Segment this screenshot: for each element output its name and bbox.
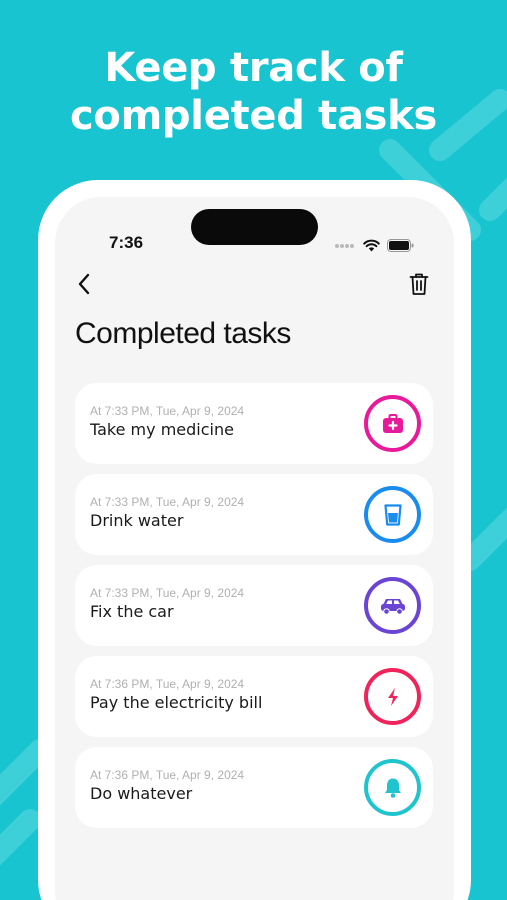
task-title: Drink water [90,511,184,530]
phone-frame: 7:36 Completed tasks At 7:33 PM, Tue, Ap… [38,180,471,900]
car-icon [380,598,405,615]
page-title: Completed tasks [75,317,291,350]
task-timestamp: At 7:33 PM, Tue, Apr 9, 2024 [90,404,245,418]
trash-icon [409,273,429,295]
task-icon-badge [364,577,421,634]
water-glass-icon [383,503,402,526]
delete-button[interactable] [406,269,432,299]
status-time: 7:36 [109,233,144,252]
dynamic-island [191,209,318,245]
task-title: Take my medicine [90,420,234,439]
headline-line-1: Keep track of [104,45,403,91]
task-icon-badge [364,486,421,543]
status-icons [334,239,414,252]
task-title: Do whatever [90,784,193,803]
task-card[interactable]: At 7:36 PM, Tue, Apr 9, 2024 Pay the ele… [75,656,433,737]
wifi-icon [363,239,380,252]
task-title: Fix the car [90,602,174,621]
task-timestamp: At 7:36 PM, Tue, Apr 9, 2024 [90,677,245,691]
headline: Keep track of completed tasks [0,44,507,140]
task-list: At 7:33 PM, Tue, Apr 9, 2024 Take my med… [75,383,433,838]
task-timestamp: At 7:36 PM, Tue, Apr 9, 2024 [90,768,245,782]
task-icon-badge [364,395,421,452]
signal-dots-icon [335,243,354,248]
task-timestamp: At 7:33 PM, Tue, Apr 9, 2024 [90,586,245,600]
task-card[interactable]: At 7:33 PM, Tue, Apr 9, 2024 Fix the car [75,565,433,646]
task-timestamp: At 7:33 PM, Tue, Apr 9, 2024 [90,495,245,509]
task-card[interactable]: At 7:36 PM, Tue, Apr 9, 2024 Do whatever [75,747,433,828]
task-card[interactable]: At 7:33 PM, Tue, Apr 9, 2024 Drink water [75,474,433,555]
headline-line-2: completed tasks [70,93,437,139]
task-card[interactable]: At 7:33 PM, Tue, Apr 9, 2024 Take my med… [75,383,433,464]
lightning-icon [387,687,398,706]
battery-icon [387,239,414,252]
medical-kit-icon [382,413,403,433]
task-icon-badge [364,759,421,816]
back-button[interactable] [71,269,97,299]
task-icon-badge [364,668,421,725]
task-title: Pay the electricity bill [90,693,263,712]
chevron-left-icon [78,273,90,295]
phone-screen: 7:36 Completed tasks At 7:33 PM, Tue, Ap… [55,197,454,900]
bell-icon [384,778,401,798]
